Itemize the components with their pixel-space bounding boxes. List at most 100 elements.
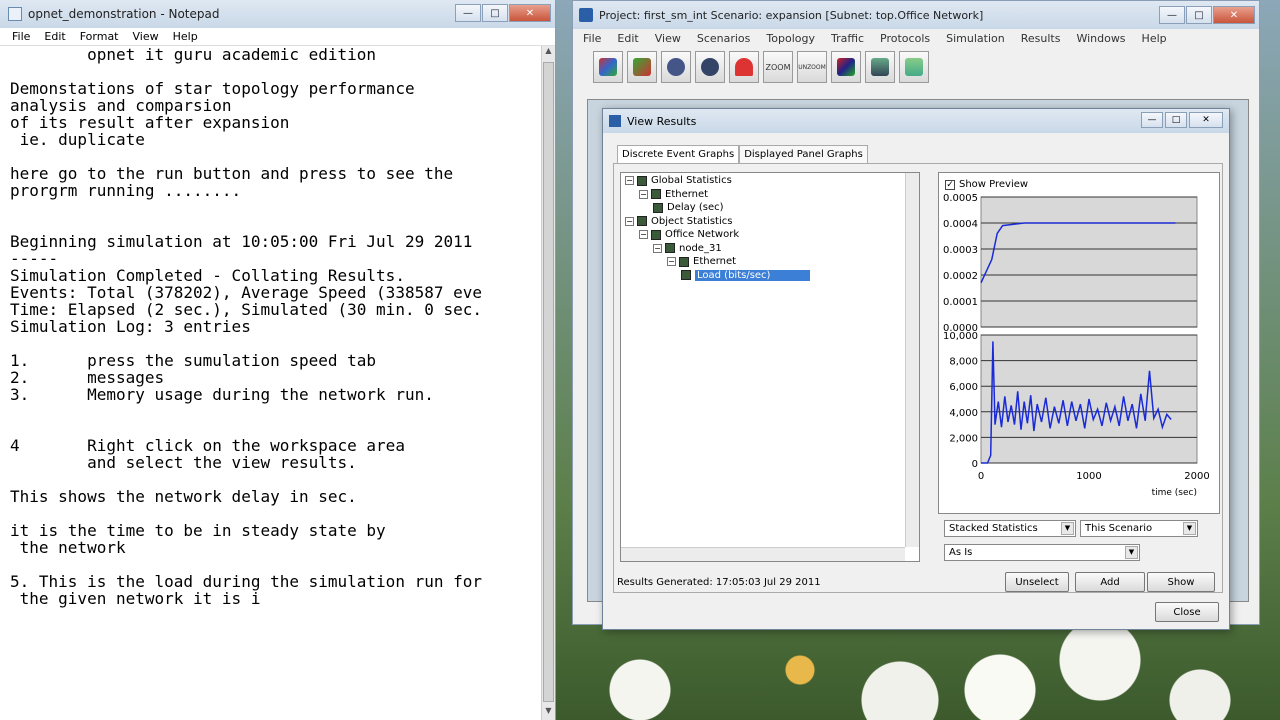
node-checkbox[interactable]	[637, 216, 647, 226]
preview-charts: 0.00050.00040.00030.00020.00010.000010,0…	[943, 193, 1210, 498]
notepad-text-area[interactable]: opnet it guru academic edition Demonstat…	[0, 46, 541, 720]
text-line: of its result after expansion	[10, 113, 290, 132]
text-line: 3. Memory usage during the network run.	[10, 385, 434, 404]
tree-horizontal-scrollbar[interactable]	[621, 547, 905, 561]
menu-scenarios[interactable]: Scenarios	[697, 32, 751, 45]
return-parent-button[interactable]	[729, 51, 759, 83]
stacked-select-value: Stacked Statistics	[949, 523, 1038, 534]
close-button[interactable]: ✕	[1213, 6, 1255, 24]
minimize-button[interactable]: —	[1159, 6, 1185, 24]
check-links-button[interactable]	[627, 51, 657, 83]
scroll-up-icon[interactable]: ▲	[542, 46, 555, 60]
tree-node[interactable]: − node_31	[653, 242, 722, 255]
node-checkbox[interactable]	[665, 243, 675, 253]
collapse-icon[interactable]: −	[667, 257, 676, 266]
node-checkbox[interactable]	[651, 189, 661, 199]
menu-edit[interactable]: Edit	[44, 30, 65, 43]
menu-topology[interactable]: Topology	[766, 32, 815, 45]
checkbox-icon[interactable]: ✓	[945, 179, 955, 190]
tree-node[interactable]: Load (bits/sec)	[681, 269, 811, 282]
menu-results[interactable]: Results	[1021, 32, 1061, 45]
menu-view[interactable]: View	[133, 30, 159, 43]
tab-displayed-panel-graphs[interactable]: Displayed Panel Graphs	[739, 145, 868, 163]
y-tick-label: 0.0004	[943, 219, 978, 230]
scenario-select[interactable]: This Scenario ▼	[1080, 520, 1198, 537]
filter-select[interactable]: As Is ▼	[944, 544, 1140, 561]
tree-node[interactable]: − Ethernet	[667, 255, 736, 268]
collapse-icon[interactable]: −	[639, 230, 648, 239]
close-button[interactable]: Close	[1155, 602, 1219, 622]
y-tick-label: 10,000	[943, 331, 978, 342]
scroll-thumb[interactable]	[543, 62, 554, 702]
fail-node-button[interactable]	[661, 51, 691, 83]
node-checkbox[interactable]	[651, 229, 661, 240]
show-preview-checkbox[interactable]: ✓ Show Preview	[945, 179, 1028, 190]
view-results-title-bar[interactable]: View Results — □ ✕	[603, 109, 1229, 133]
text-line: here go to the run button and press to s…	[10, 164, 454, 183]
menu-file[interactable]: File	[12, 30, 30, 43]
menu-edit[interactable]: Edit	[617, 32, 638, 45]
y-tick-label: 0.0005	[943, 193, 978, 204]
collapse-icon[interactable]: −	[625, 176, 634, 185]
text-line: Simulation Log: 3 entries	[10, 317, 251, 336]
statistics-tree[interactable]: − Global Statistics − Ethernet Delay (sec) − O…	[620, 172, 920, 562]
tree-node[interactable]: − Object Statistics	[625, 215, 732, 228]
show-button[interactable]: Show	[1147, 572, 1215, 592]
stacked-statistics-select[interactable]: Stacked Statistics ▼	[944, 520, 1076, 537]
scroll-down-icon[interactable]: ▼	[542, 706, 555, 720]
menu-windows[interactable]: Windows	[1076, 32, 1125, 45]
notepad-menu-bar: File Edit Format View Help	[0, 28, 555, 46]
add-button[interactable]: Add	[1075, 572, 1145, 592]
menu-help[interactable]: Help	[173, 30, 198, 43]
opnet-icon	[609, 115, 621, 127]
close-button[interactable]: ✕	[509, 4, 551, 22]
unzoom-button[interactable]: UNZOOM	[797, 51, 827, 83]
minimize-button[interactable]: —	[1141, 112, 1163, 128]
project-title-bar[interactable]: Project: first_sm_int Scenario: expansio…	[573, 1, 1259, 29]
menu-format[interactable]: Format	[80, 30, 119, 43]
node-checkbox[interactable]	[653, 202, 663, 213]
opnet-icon	[579, 8, 593, 22]
collapse-icon[interactable]: −	[653, 243, 662, 253]
tree-node[interactable]: − Ethernet	[639, 188, 708, 201]
tree-vertical-scrollbar[interactable]	[905, 173, 919, 547]
recover-node-button[interactable]	[695, 51, 725, 83]
text-line	[10, 148, 531, 165]
maximize-button[interactable]: □	[1186, 6, 1212, 24]
menu-help[interactable]: Help	[1142, 32, 1167, 45]
tab-discrete-event-graphs[interactable]: Discrete Event Graphs	[617, 145, 740, 163]
tree-node-label: Ethernet	[665, 188, 709, 200]
text-line: it is the time to be in steady state by	[10, 521, 386, 540]
node-checkbox[interactable]	[679, 256, 689, 267]
run-simulation-button[interactable]	[831, 51, 861, 83]
menu-view[interactable]: View	[655, 32, 681, 45]
maximize-button[interactable]: □	[482, 4, 508, 22]
text-line	[10, 335, 531, 352]
notepad-title-bar[interactable]: opnet_demonstration - Notepad — □ ✕	[0, 0, 555, 28]
open-palette-button[interactable]	[593, 51, 623, 83]
menu-file[interactable]: File	[583, 32, 601, 45]
menu-traffic[interactable]: Traffic	[831, 32, 864, 45]
menu-protocols[interactable]: Protocols	[880, 32, 930, 45]
tree-node-label: Object Statistics	[651, 215, 733, 227]
chevron-down-icon: ▼	[1061, 522, 1074, 535]
tree-node[interactable]: Delay (sec)	[653, 201, 724, 214]
x-tick-label: 1000	[1076, 471, 1101, 482]
collapse-icon[interactable]: −	[639, 189, 648, 199]
unselect-button[interactable]: Unselect	[1005, 572, 1069, 592]
notepad-vertical-scrollbar[interactable]: ▲ ▼	[541, 46, 555, 720]
collapse-icon[interactable]: −	[625, 216, 634, 226]
zoom-button[interactable]: ZOOM	[763, 51, 793, 83]
view-results-title: View Results	[627, 114, 697, 128]
tree-node[interactable]: − Office Network	[639, 228, 739, 241]
maximize-button[interactable]: □	[1165, 112, 1187, 128]
close-window-button[interactable]: ✕	[1189, 112, 1223, 128]
minimize-button[interactable]: —	[455, 4, 481, 22]
menu-simulation[interactable]: Simulation	[946, 32, 1005, 45]
view-results-button[interactable]	[865, 51, 895, 83]
tree-node[interactable]: − Global Statistics	[625, 174, 732, 187]
text-line: analysis and comparsion	[10, 96, 232, 115]
node-checkbox[interactable]	[637, 175, 647, 186]
node-checkbox[interactable]	[681, 270, 691, 280]
hide-graphs-button[interactable]	[899, 51, 929, 83]
